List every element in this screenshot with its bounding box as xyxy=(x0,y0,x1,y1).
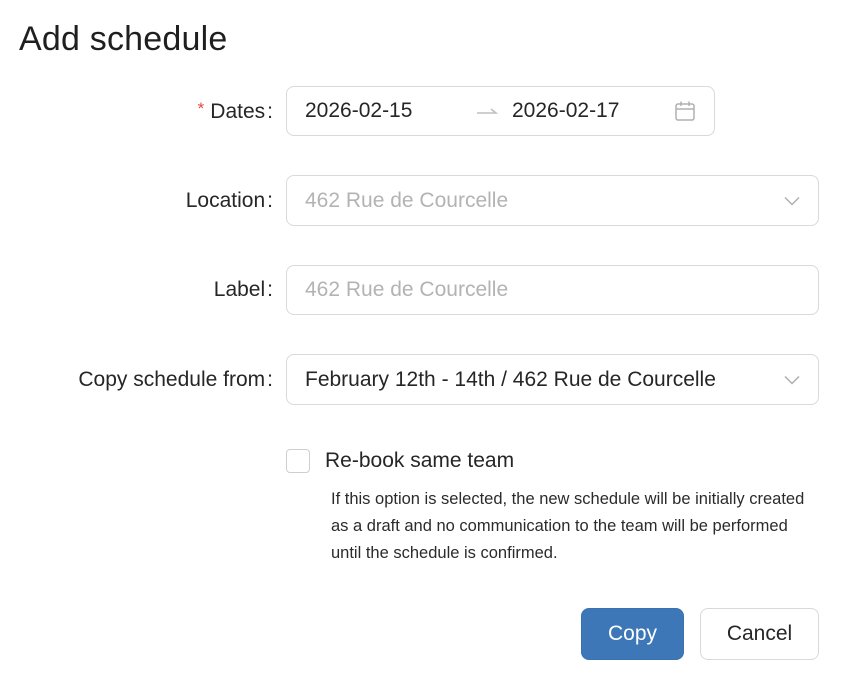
date-range-picker[interactable]: 2026-02-15 2026-02-17 xyxy=(286,86,715,136)
location-colon: : xyxy=(267,189,273,212)
dates-label: * Dates: xyxy=(198,99,273,124)
copy-from-colon: : xyxy=(267,368,273,391)
label-placeholder: 462 Rue de Courcelle xyxy=(305,278,509,301)
dates-colon: : xyxy=(267,100,273,123)
chevron-down-icon xyxy=(784,196,800,206)
copy-from-select[interactable]: February 12th - 14th / 462 Rue de Cource… xyxy=(286,354,819,405)
copy-from-value: February 12th - 14th / 462 Rue de Cource… xyxy=(305,367,716,391)
start-date-input[interactable]: 2026-02-15 xyxy=(305,99,412,123)
label-colon: : xyxy=(267,278,273,301)
copy-button[interactable]: Copy xyxy=(581,608,684,660)
label-field-label-text: Label xyxy=(213,278,266,301)
label-input[interactable]: 462 Rue de Courcelle xyxy=(286,265,819,315)
cancel-button[interactable]: Cancel xyxy=(700,608,819,660)
copy-from-label-text: Copy schedule from xyxy=(78,368,266,391)
label-field-label: Label: xyxy=(214,278,273,302)
rebook-label[interactable]: Re-book same team xyxy=(325,449,514,473)
modal-title: Add schedule xyxy=(19,20,228,58)
required-marker: * xyxy=(197,99,205,118)
copy-from-label: Copy schedule from: xyxy=(78,368,273,392)
location-label-text: Location xyxy=(185,189,266,212)
location-placeholder: 462 Rue de Courcelle xyxy=(305,188,509,212)
rebook-checkbox[interactable] xyxy=(286,449,310,473)
location-label: Location: xyxy=(186,189,273,213)
dates-label-text: Dates xyxy=(210,100,266,123)
chevron-down-icon xyxy=(784,375,800,385)
location-select[interactable]: 462 Rue de Courcelle xyxy=(286,175,819,226)
end-date-input[interactable]: 2026-02-17 xyxy=(512,99,619,123)
rebook-help-text: If this option is selected, the new sche… xyxy=(331,490,805,562)
calendar-icon[interactable] xyxy=(674,100,696,122)
arrow-right-icon xyxy=(477,108,498,114)
